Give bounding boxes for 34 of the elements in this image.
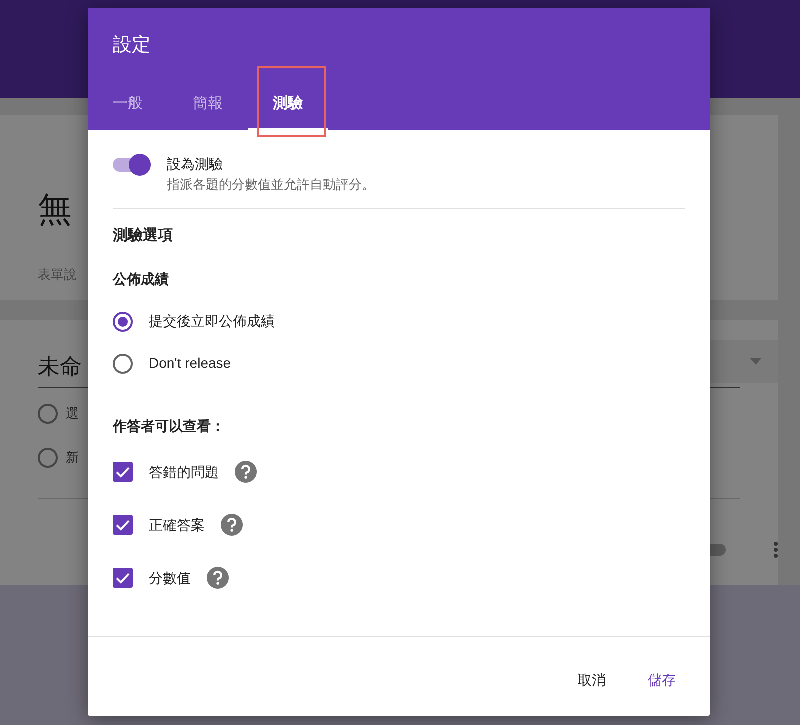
more-options-icon[interactable] [774,542,778,558]
dialog-title: 設定 [113,35,151,56]
tab[interactable]: 簡報 [168,80,248,130]
tab[interactable]: 測驗 [248,80,328,130]
radio-button[interactable] [38,404,58,424]
help-icon[interactable] [221,514,243,536]
caret-icon [750,358,762,365]
option-label: 選 [66,405,79,424]
option-label: 提交後立即公佈成績 [149,312,275,331]
form-title: 無 [38,193,73,227]
radio-button[interactable] [113,354,133,374]
checkbox[interactable] [113,568,133,588]
option-label: 正確答案 [149,516,205,534]
save-button[interactable]: 儲存 [638,664,686,697]
section-heading: 作答者可以查看： [113,417,226,436]
help-icon[interactable] [207,567,229,589]
option-label: 答錯的問題 [149,462,219,482]
option-label: 新 [66,449,79,468]
option-label: Don't release [149,354,232,373]
option-label: 分數值 [149,568,191,588]
toggle-switch[interactable] [113,154,151,176]
toggle-label: 設為測驗 [167,155,224,174]
cancel-button[interactable]: 取消 [568,664,616,697]
checkbox[interactable] [113,515,133,535]
toggle-description: 指派各題的分數值並允許自動評分。 [167,176,375,194]
checkbox[interactable] [113,462,133,482]
question-title: 未命 [38,354,82,379]
radio-button[interactable] [113,312,133,332]
tab[interactable]: 一般 [88,80,168,130]
radio-button[interactable] [38,448,58,468]
section-heading: 公佈成績 [113,270,170,289]
form-description: 表單說 [38,266,77,284]
section-title: 測驗選項 [113,226,174,246]
help-icon[interactable] [235,461,257,483]
